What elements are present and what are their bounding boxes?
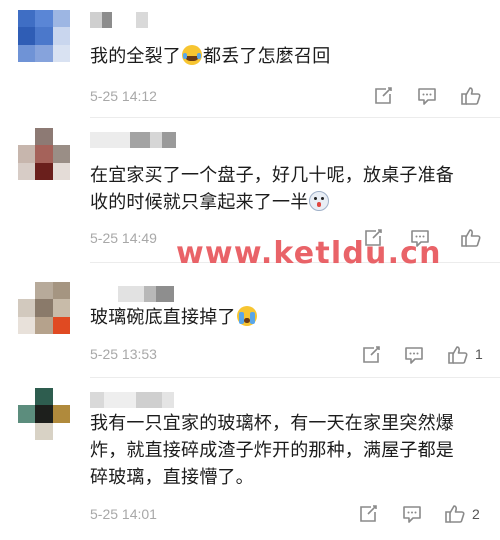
comment-text: 我的全裂了 都丢了怎麼召回 [90, 45, 331, 67]
comment-time: 5-25 14:49 [90, 230, 157, 246]
comment-text: 玻璃碗底直接掉了 [90, 304, 485, 331]
username-blurred[interactable] [90, 12, 148, 28]
like-icon[interactable] [460, 85, 482, 107]
reply-icon[interactable] [416, 85, 438, 107]
avatar[interactable] [18, 388, 70, 440]
share-icon[interactable] [372, 85, 394, 107]
avatar[interactable] [18, 10, 70, 62]
comment-time: 5-25 14:12 [90, 88, 157, 104]
dog-face-emoji [309, 191, 330, 211]
laughing-tears-emoji [182, 45, 202, 65]
avatar[interactable] [18, 128, 70, 180]
like-icon[interactable] [444, 503, 466, 525]
divider [90, 377, 500, 378]
comment-time: 5-25 14:01 [90, 506, 157, 522]
watermark-text: www.ketldu.cn [176, 236, 442, 271]
username-blurred[interactable] [90, 132, 176, 148]
username-blurred[interactable] [118, 286, 174, 302]
avatar[interactable] [18, 282, 70, 334]
like-count: 1 [475, 346, 483, 362]
reply-icon[interactable] [401, 503, 423, 525]
like-icon[interactable] [460, 227, 482, 249]
share-icon[interactable] [360, 344, 382, 366]
username-blurred[interactable] [90, 392, 174, 408]
like-count: 2 [472, 506, 480, 522]
like-icon[interactable] [447, 344, 469, 366]
crying-emoji [236, 306, 257, 326]
comment-text: 我有一只宜家的玻璃杯，有一天在家里突然爆 炸，就直接碎成渣子炸开的那种，满屋子都… [90, 413, 454, 488]
divider [90, 117, 500, 118]
share-icon[interactable] [357, 503, 379, 525]
comment-time: 5-25 13:53 [90, 346, 157, 362]
comment-text: 在宜家买了一个盘子，好几十呢，放桌子准备 收的时候就只拿起来了一半 [90, 165, 454, 213]
reply-icon[interactable] [403, 344, 425, 366]
